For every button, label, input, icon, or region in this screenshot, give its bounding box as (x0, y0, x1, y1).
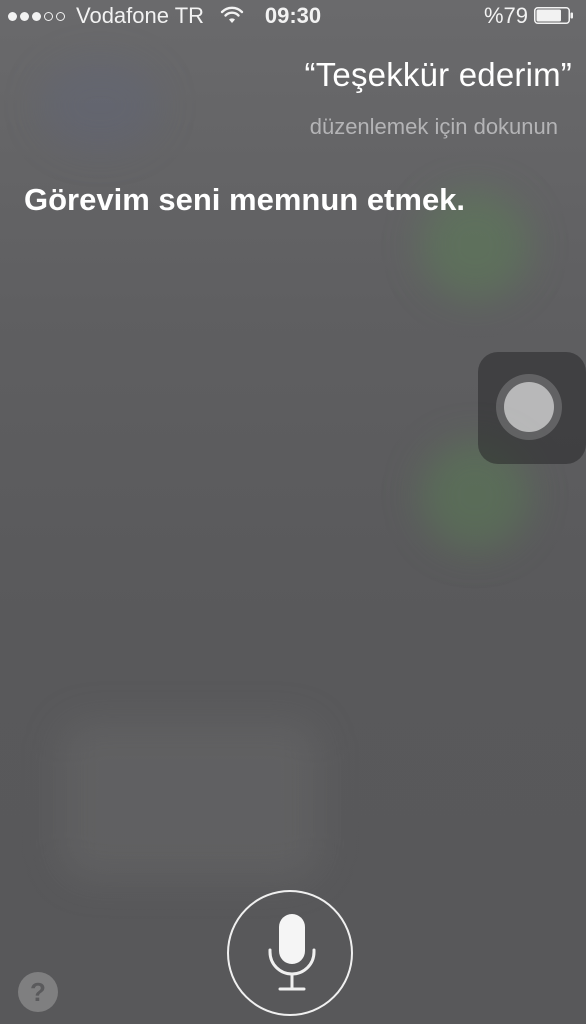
siri-response-text: Görevim seni memnun etmek. (24, 182, 466, 217)
tap-to-edit-hint[interactable]: düzenlemek için dokunun (18, 114, 558, 140)
battery-icon (534, 7, 573, 24)
siri-screen: Vodafone TR 09:30 %79 “Teşekkür ederim” … (0, 0, 586, 1024)
siri-microphone-button[interactable] (227, 890, 353, 1016)
microphone-icon (268, 914, 316, 991)
background-blur (60, 720, 320, 880)
help-button[interactable]: ? (18, 972, 58, 1012)
battery-percentage: %79 (483, 3, 528, 28)
assistive-touch-dot (504, 382, 554, 432)
assistive-touch-button[interactable] (478, 352, 586, 464)
siri-query-text[interactable]: “Teşekkür ederim” (12, 56, 572, 94)
status-bar: Vodafone TR 09:30 %79 (0, 0, 586, 34)
